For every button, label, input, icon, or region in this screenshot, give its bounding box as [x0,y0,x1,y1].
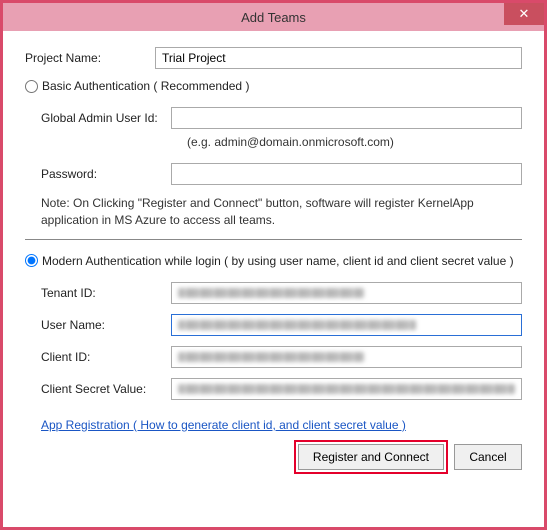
dialog-content: Project Name: Basic Authentication ( Rec… [3,31,544,527]
basic-auth-section: Global Admin User Id: (e.g. admin@domain… [41,107,522,229]
app-registration-link[interactable]: App Registration ( How to generate clien… [41,418,406,432]
user-name-label: User Name: [41,318,171,332]
modern-auth-section: Tenant ID: User Name: Client ID: Client … [41,282,522,444]
client-id-row: Client ID: [41,346,522,368]
tenant-id-label: Tenant ID: [41,286,171,300]
project-name-label: Project Name: [25,51,155,65]
tenant-id-input[interactable] [171,282,522,304]
password-label: Password: [41,167,171,181]
password-input[interactable] [171,163,522,185]
global-admin-hint: (e.g. admin@domain.onmicrosoft.com) [187,135,522,149]
modern-auth-radio-row: Modern Authentication while login ( by u… [25,254,522,268]
user-name-row: User Name: [41,314,522,336]
basic-auth-note: Note: On Clicking "Register and Connect"… [41,195,522,229]
client-secret-row: Client Secret Value: [41,378,522,400]
client-secret-input[interactable] [171,378,522,400]
close-icon: ✕ [519,6,530,22]
user-name-input[interactable] [171,314,522,336]
window-title: Add Teams [241,10,306,25]
client-secret-label: Client Secret Value: [41,382,171,396]
register-connect-button[interactable]: Register and Connect [298,444,444,470]
password-row: Password: [41,163,522,185]
global-admin-row: Global Admin User Id: [41,107,522,129]
add-teams-dialog: Add Teams ✕ Project Name: Basic Authenti… [0,0,547,530]
close-button[interactable]: ✕ [504,3,544,25]
project-name-input[interactable] [155,47,522,69]
basic-auth-radio-row: Basic Authentication ( Recommended ) [25,79,522,93]
titlebar: Add Teams ✕ [3,3,544,31]
cancel-button[interactable]: Cancel [454,444,522,470]
global-admin-input[interactable] [171,107,522,129]
button-row: Register and Connect Cancel [25,444,522,470]
tenant-id-row: Tenant ID: [41,282,522,304]
modern-auth-radio[interactable] [25,254,38,267]
client-id-label: Client ID: [41,350,171,364]
modern-auth-label: Modern Authentication while login ( by u… [42,254,514,268]
section-divider [25,239,522,240]
project-name-row: Project Name: [25,47,522,69]
basic-auth-label: Basic Authentication ( Recommended ) [42,79,249,93]
global-admin-label: Global Admin User Id: [41,111,171,125]
basic-auth-radio[interactable] [25,80,38,93]
client-id-input[interactable] [171,346,522,368]
